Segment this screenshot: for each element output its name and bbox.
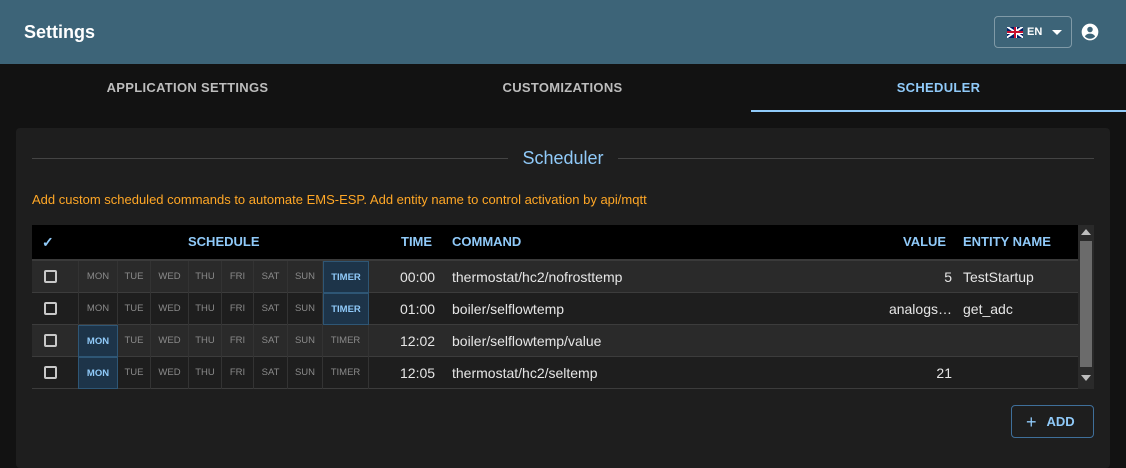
day-toggle-wed[interactable]: WED — [151, 325, 189, 357]
table-body: MON TUE WED THU FRI SAT SUN TIMER 00:00 thermosta… — [32, 261, 1078, 389]
table-row[interactable]: MON TUE WED THU FRI SAT SUN TIMER 12:05 thermosta… — [32, 357, 1078, 389]
value-cell: 5 — [944, 269, 952, 285]
day-toggle-thu[interactable]: THU — [189, 357, 222, 389]
tab-customizations[interactable]: CUSTOMIZATIONS — [375, 64, 750, 112]
day-toggle-fri[interactable]: FRI — [222, 325, 254, 357]
language-selector[interactable]: EN — [994, 16, 1072, 48]
day-toggle-fri[interactable]: FRI — [222, 293, 254, 325]
day-toggle-thu[interactable]: THU — [189, 325, 222, 357]
entity-name-cell: TestStartup — [963, 269, 1034, 285]
day-toggle-timer[interactable]: TIMER — [323, 261, 369, 293]
time-cell: 12:02 — [400, 333, 436, 349]
day-toggle-timer[interactable]: TIMER — [323, 293, 369, 325]
time-cell: 12:05 — [400, 365, 436, 381]
day-toggle-tue[interactable]: TUE — [118, 261, 151, 293]
value-cell: 21 — [936, 365, 952, 381]
table-row[interactable]: MON TUE WED THU FRI SAT SUN TIMER 12:02 boiler/se… — [32, 325, 1078, 357]
schedule-day-group: MON TUE WED THU FRI SAT SUN TIMER — [78, 357, 369, 389]
day-toggle-wed[interactable]: WED — [151, 293, 189, 325]
scrollbar-thumb[interactable] — [1080, 241, 1092, 367]
day-toggle-thu[interactable]: THU — [189, 293, 222, 325]
day-toggle-tue[interactable]: TUE — [118, 325, 151, 357]
entity-name-cell — [963, 325, 1073, 357]
day-toggle-fri[interactable]: FRI — [222, 261, 254, 293]
day-toggle-timer[interactable]: TIMER — [323, 357, 369, 389]
language-label: EN — [1027, 26, 1043, 38]
day-toggle-sun[interactable]: SUN — [288, 293, 323, 325]
command-cell: boiler/selflowtemp — [452, 301, 565, 317]
add-button-label: ADD — [1046, 414, 1075, 429]
day-toggle-sun[interactable]: SUN — [288, 357, 323, 389]
table-row[interactable]: MON TUE WED THU FRI SAT SUN TIMER 01:00 boiler/se… — [32, 293, 1078, 325]
table-header: ✓ SCHEDULE TIME COMMAND VALUE ENTITY NAM… — [32, 225, 1078, 261]
command-cell: boiler/selflowtemp/value — [452, 333, 602, 349]
day-toggle-mon[interactable]: MON — [78, 325, 118, 357]
table-row[interactable]: MON TUE WED THU FRI SAT SUN TIMER 00:00 thermosta… — [32, 261, 1078, 293]
value-cell: analogs… — [888, 301, 952, 317]
tab-scheduler[interactable]: SCHEDULER — [751, 64, 1126, 112]
day-toggle-mon[interactable]: MON — [78, 357, 118, 389]
row-checkbox[interactable] — [44, 302, 57, 315]
page-title: Settings — [24, 22, 96, 42]
app-bar: Settings EN — [0, 0, 1126, 64]
day-toggle-sun[interactable]: SUN — [288, 325, 323, 357]
day-toggle-sat[interactable]: SAT — [254, 261, 288, 293]
day-toggle-wed[interactable]: WED — [151, 357, 189, 389]
day-toggle-tue[interactable]: TUE — [118, 293, 151, 325]
chevron-down-icon — [1052, 29, 1063, 35]
command-cell: thermostat/hc2/nofrosttemp — [452, 269, 623, 285]
scheduler-table: ✓ SCHEDULE TIME COMMAND VALUE ENTITY NAM… — [32, 225, 1078, 389]
row-checkbox[interactable] — [44, 270, 57, 283]
schedule-day-group: MON TUE WED THU FRI SAT SUN TIMER — [78, 293, 369, 325]
column-schedule: SCHEDULE — [188, 234, 260, 249]
schedule-day-group: MON TUE WED THU FRI SAT SUN TIMER — [78, 261, 369, 293]
time-cell: 00:00 — [400, 269, 436, 285]
scroll-up-icon[interactable] — [1081, 229, 1091, 235]
account-circle-icon[interactable] — [1080, 22, 1100, 42]
column-value: VALUE — [903, 234, 947, 249]
scrollbar[interactable] — [1078, 225, 1094, 389]
entity-name-cell — [963, 357, 1073, 389]
day-toggle-sat[interactable]: SAT — [254, 357, 288, 389]
day-toggle-sat[interactable]: SAT — [254, 293, 288, 325]
column-entity-name: ENTITY NAME — [963, 234, 1051, 249]
row-checkbox[interactable] — [44, 366, 57, 379]
day-toggle-mon[interactable]: MON — [78, 293, 118, 325]
day-toggle-tue[interactable]: TUE — [118, 357, 151, 389]
day-toggle-sat[interactable]: SAT — [254, 325, 288, 357]
active-tab-indicator — [751, 110, 1126, 112]
tab-bar: APPLICATION SETTINGS CUSTOMIZATIONS SCHE… — [0, 64, 1126, 112]
entity-name-cell: get_adc — [963, 301, 1013, 317]
row-checkbox[interactable] — [44, 334, 57, 347]
tab-application-settings[interactable]: APPLICATION SETTINGS — [0, 64, 375, 112]
command-cell: thermostat/hc2/seltemp — [452, 365, 598, 381]
add-button[interactable]: + ADD — [1011, 405, 1094, 438]
column-time: TIME — [401, 234, 433, 249]
plus-icon: + — [1026, 411, 1037, 432]
section-title: Scheduler — [16, 148, 1110, 169]
day-toggle-sun[interactable]: SUN — [288, 261, 323, 293]
column-command: COMMAND — [452, 234, 522, 249]
day-toggle-wed[interactable]: WED — [151, 261, 189, 293]
day-toggle-fri[interactable]: FRI — [222, 357, 254, 389]
uk-flag-icon — [1007, 26, 1023, 38]
value-cell — [882, 325, 952, 357]
scroll-down-icon[interactable] — [1081, 375, 1091, 381]
scheduler-panel: Scheduler Add custom scheduled commands … — [16, 128, 1110, 468]
select-all-check-icon[interactable]: ✓ — [42, 225, 54, 259]
day-toggle-timer[interactable]: TIMER — [323, 325, 369, 357]
day-toggle-mon[interactable]: MON — [78, 261, 118, 293]
schedule-day-group: MON TUE WED THU FRI SAT SUN TIMER — [78, 325, 369, 357]
day-toggle-thu[interactable]: THU — [189, 261, 222, 293]
help-text: Add custom scheduled commands to automat… — [32, 192, 647, 207]
time-cell: 01:00 — [400, 301, 436, 317]
